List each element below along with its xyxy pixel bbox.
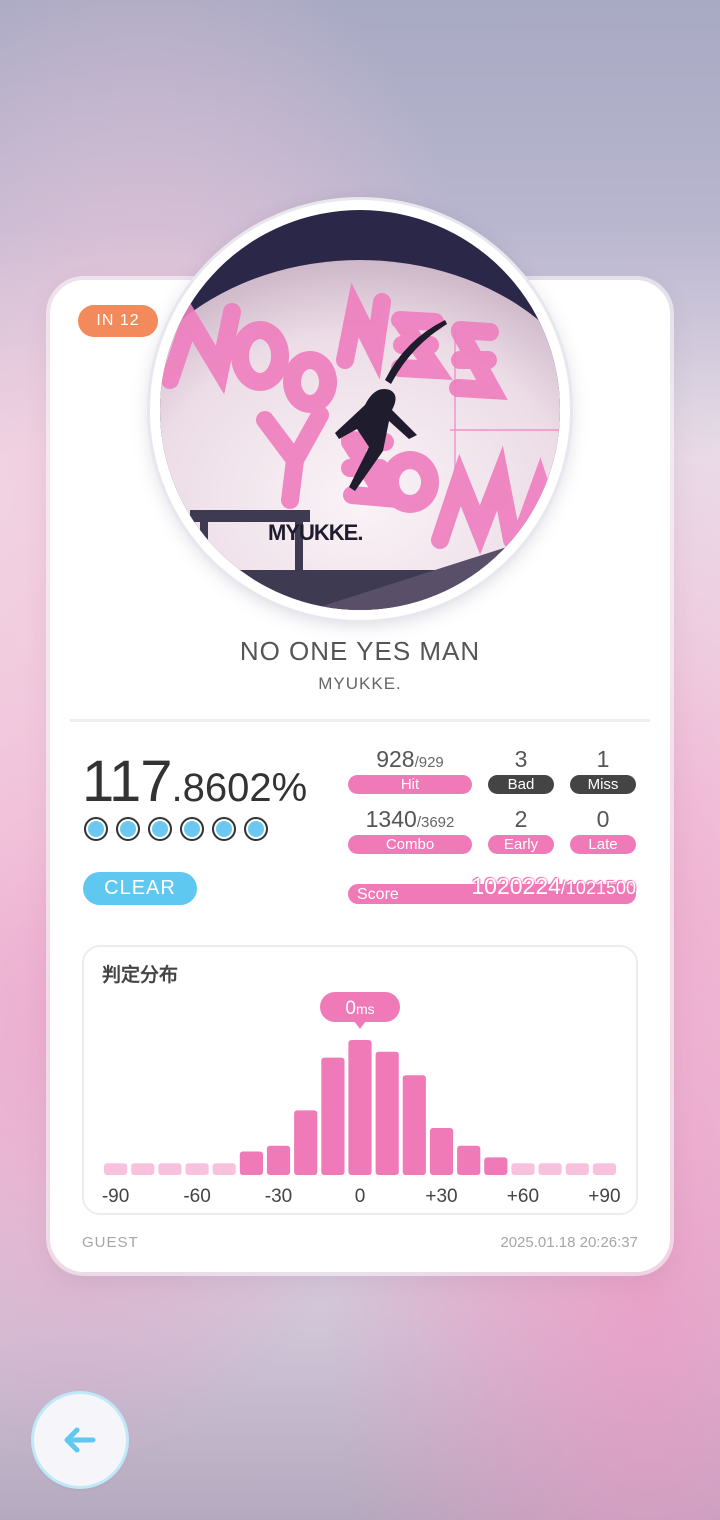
x-tick-label: +60 bbox=[507, 1186, 539, 1207]
stat-total: /929 bbox=[414, 754, 444, 771]
distribution-bar bbox=[375, 1051, 399, 1175]
stat-label: Early bbox=[488, 835, 554, 854]
x-tick-label: -60 bbox=[183, 1186, 210, 1207]
judgement-dots bbox=[84, 817, 268, 841]
stat-label: Combo bbox=[348, 835, 472, 854]
stat-value: 1340 bbox=[365, 806, 417, 832]
dot-indicator bbox=[116, 817, 140, 841]
stat-value: 1 bbox=[596, 746, 610, 772]
distribution-bar bbox=[538, 1163, 562, 1175]
x-tick-label: -30 bbox=[265, 1186, 292, 1207]
distribution-bar bbox=[565, 1163, 589, 1175]
dot-indicator bbox=[180, 817, 204, 841]
distribution-bar bbox=[131, 1163, 155, 1175]
arrow-left-icon bbox=[64, 1427, 96, 1453]
stat-hit: 928/929 Hit bbox=[348, 745, 472, 794]
marker-label: 0ms bbox=[345, 998, 374, 1019]
stat-label: Hit bbox=[348, 775, 472, 794]
song-jacket-image: MYUKKE. bbox=[160, 210, 560, 610]
distribution-bar bbox=[185, 1163, 209, 1175]
distribution-bar bbox=[592, 1163, 616, 1175]
x-tick-label: +90 bbox=[588, 1186, 620, 1207]
dot-indicator bbox=[244, 817, 268, 841]
distribution-bar bbox=[321, 1057, 345, 1175]
stat-label: Late bbox=[570, 835, 636, 854]
song-title: NO ONE YES MAN bbox=[239, 636, 481, 666]
distribution-bar bbox=[457, 1145, 481, 1175]
x-tick-label: 0 bbox=[355, 1186, 366, 1207]
marker-value: 0 bbox=[345, 998, 356, 1019]
marker-pointer bbox=[354, 1021, 366, 1029]
score-max: /1021500 bbox=[560, 878, 636, 898]
stat-miss: 1 Miss bbox=[570, 745, 636, 794]
stat-label: Bad bbox=[488, 775, 554, 794]
distribution-bar bbox=[429, 1128, 454, 1175]
score-value: 1020224/1021500 bbox=[471, 873, 636, 900]
score-number: 1020224 bbox=[471, 873, 561, 899]
clear-status-badge: CLEAR bbox=[83, 872, 197, 905]
marker-tooltip: 0ms bbox=[320, 992, 400, 1029]
song-artist: MYUKKE. bbox=[318, 674, 402, 693]
distribution-bar bbox=[104, 1163, 128, 1175]
distribution-bar bbox=[239, 1151, 263, 1175]
distribution-bar bbox=[402, 1075, 426, 1175]
score-label: Score bbox=[357, 886, 399, 903]
accuracy-display: 117.8602% bbox=[82, 748, 307, 815]
stat-combo: 1340/3692 Combo bbox=[348, 805, 472, 854]
stat-value: 3 bbox=[514, 746, 528, 772]
divider bbox=[70, 719, 650, 722]
distribution-bar bbox=[484, 1157, 508, 1175]
difficulty-level-badge: IN 12 bbox=[78, 305, 158, 337]
stat-late: 0 Late bbox=[570, 805, 636, 854]
dot-indicator bbox=[148, 817, 172, 841]
stat-total: /3692 bbox=[416, 814, 455, 831]
distribution-title: 判定分布 bbox=[102, 965, 179, 986]
distribution-bar bbox=[511, 1163, 535, 1175]
accuracy-integer: 117 bbox=[82, 749, 172, 814]
player-name: GUEST bbox=[82, 1234, 139, 1251]
distribution-bar bbox=[348, 1040, 372, 1175]
distribution-chart: 0ms -90 -60 -30 0 +30 +60 +90 bbox=[102, 992, 621, 1207]
stat-label: Miss bbox=[570, 775, 636, 794]
marker-unit: ms bbox=[356, 1001, 375, 1017]
jacket-text: MYUKKE. bbox=[268, 520, 362, 545]
distribution-bar bbox=[158, 1163, 182, 1175]
x-tick-label: +30 bbox=[425, 1186, 457, 1207]
distribution-bar bbox=[266, 1145, 291, 1175]
stat-value: 928 bbox=[376, 746, 415, 772]
stat-bad: 3 Bad bbox=[488, 745, 554, 794]
play-timestamp: 2025.01.18 20:26:37 bbox=[500, 1234, 638, 1251]
dot-indicator bbox=[212, 817, 236, 841]
dot-indicator bbox=[84, 817, 108, 841]
distribution-bar bbox=[212, 1163, 236, 1175]
back-button[interactable] bbox=[34, 1394, 126, 1486]
stat-early: 2 Early bbox=[488, 805, 554, 854]
x-tick-label: -90 bbox=[102, 1186, 129, 1207]
stat-value: 0 bbox=[596, 806, 610, 832]
distribution-bar bbox=[294, 1110, 318, 1175]
stat-value: 2 bbox=[514, 806, 528, 832]
accuracy-decimal: .8602% bbox=[171, 766, 308, 810]
